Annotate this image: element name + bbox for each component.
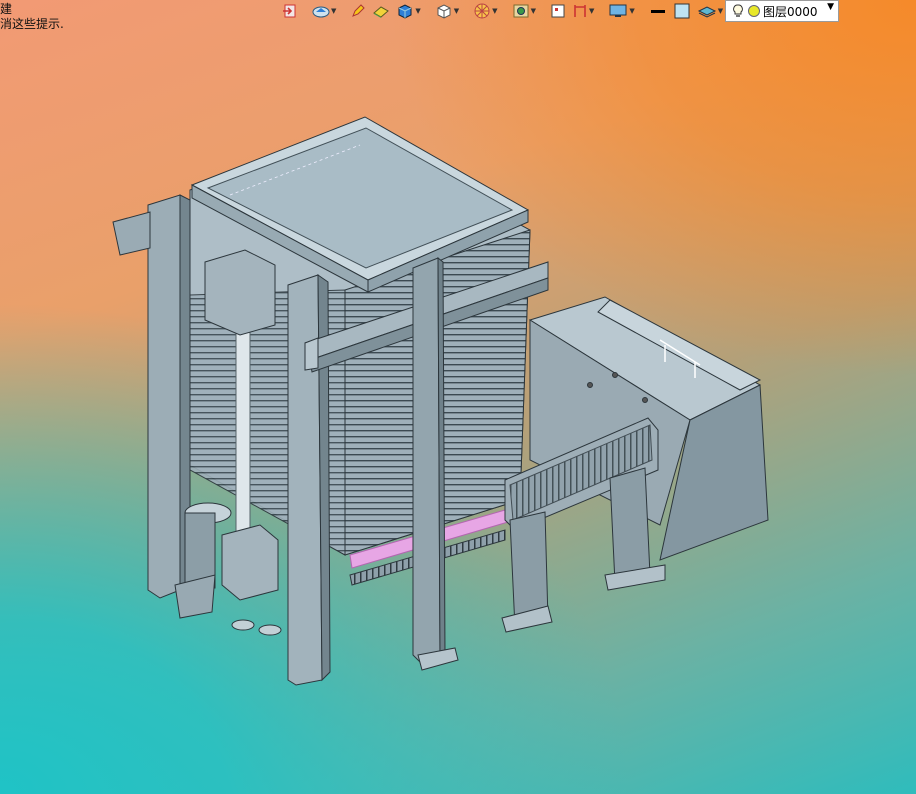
cad-viewport[interactable] [0, 0, 916, 794]
slide-module [501, 417, 666, 633]
machine-model [112, 116, 769, 686]
